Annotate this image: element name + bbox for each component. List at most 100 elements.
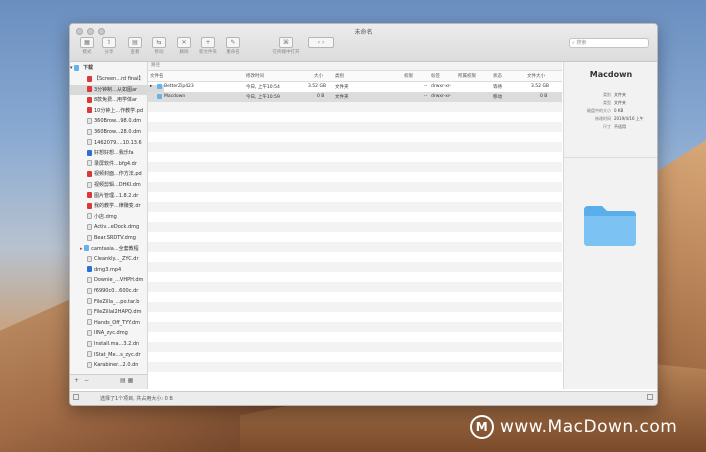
col-kind[interactable]: 类别: [335, 73, 344, 79]
col-state[interactable]: 状态: [493, 73, 502, 79]
col-date[interactable]: 修改时间: [246, 73, 264, 79]
sidebar-item-label: 【Screen...rd final】: [94, 76, 144, 82]
file-file-icon: [87, 329, 92, 336]
doc-icon: ▤: [128, 37, 142, 48]
empty-row: [148, 132, 562, 142]
pdf-file-icon: [87, 192, 92, 199]
row-filesize: 0 B: [540, 94, 548, 99]
row-kind: 文件夹: [335, 85, 349, 90]
pdf-file-icon: [87, 202, 92, 209]
sidebar-item-label: 好想好想...我乐fa: [94, 150, 134, 157]
sidebar: ▾ 下载 【Screen...rd final】 3分钟制...从如图ar 8款免费…: [70, 62, 164, 389]
sidebar-item-label: camtasia...全套教程: [91, 245, 139, 252]
file-list: 路径 文件名 修改时间 大小 类别 权限 标签 所属权限 状态 文件大小 ▸ B…: [148, 62, 562, 389]
add-button[interactable]: +: [74, 377, 79, 384]
col-name[interactable]: 文件名: [150, 73, 164, 79]
chevron-right-icon: ▸: [150, 84, 153, 89]
sidebar-item-label: Cleankly..._ZYC.dr: [94, 256, 139, 263]
share-button[interactable]: ⇧ 分享: [98, 37, 120, 55]
delete-button[interactable]: ✕ 删除: [173, 37, 195, 55]
status-bar: 选择了1个项目, 共占用大小: 0 B: [70, 391, 657, 405]
file-file-icon: [87, 255, 92, 262]
sidebar-header[interactable]: ▾ 下载: [70, 63, 147, 73]
empty-row: [148, 142, 562, 152]
file-file-icon: [87, 287, 92, 294]
file-file-icon: [87, 160, 92, 167]
col-owner[interactable]: 所属权限: [458, 73, 476, 79]
col-size[interactable]: 大小: [314, 73, 323, 79]
file-file-icon: [87, 139, 92, 146]
empty-row: [148, 172, 562, 182]
toolbar-label: 查看: [130, 50, 140, 55]
empty-row: [148, 282, 562, 292]
copy-button[interactable]: ▤ 查看: [124, 37, 146, 55]
sidebar-item-label: 录屏软件...bfg4.dr: [94, 160, 137, 167]
row-perm: --: [424, 84, 428, 89]
folder-icon: [584, 206, 636, 246]
sidebar-item-label: Karabiner...2.0.dn: [94, 362, 139, 369]
view-toggle-icon[interactable]: ▤ ▦: [120, 377, 133, 384]
sidebar-item-label: 360Brow...98.0.dm: [94, 118, 142, 125]
empty-row: [148, 272, 562, 282]
pdf-file-icon: [87, 86, 92, 93]
empty-row: [148, 342, 562, 352]
table-row[interactable]: Macdown 今日, 上午10:59 0 B 文件夹 -- drwxr-xr-…: [148, 92, 562, 102]
row-date: 今日, 上午10:59: [246, 95, 280, 100]
empty-row: [148, 312, 562, 322]
empty-row: [148, 102, 562, 112]
status-text: 选择了1个项目, 共占用大小: 0 B: [100, 396, 173, 402]
grid-icon: ▦: [80, 37, 94, 48]
file-file-icon: [87, 234, 92, 241]
empty-row: [148, 182, 562, 192]
empty-row: [148, 162, 562, 172]
search-input[interactable]: ⌕ 搜索: [569, 38, 649, 48]
row-perm: --: [424, 94, 428, 99]
empty-row: [148, 122, 562, 132]
divider: [564, 157, 657, 158]
back-forward-button[interactable]: ‹ ›: [306, 37, 336, 48]
remove-button[interactable]: −: [84, 377, 89, 384]
col-attr[interactable]: 标签: [431, 73, 440, 79]
file-file-icon: [87, 361, 92, 368]
preview-toggle-icon[interactable]: [647, 394, 653, 400]
table-row[interactable]: ▸ BetterZip423 今日, 上午10:54 3.52 GB 文件夹 -…: [148, 82, 562, 92]
sidebar-toggle-icon[interactable]: [73, 394, 79, 400]
run-button[interactable]: ⌘ 在终端中打开: [272, 37, 300, 55]
field-value: 文件夹: [614, 92, 626, 97]
move-button[interactable]: ⇆ 移动: [148, 37, 170, 55]
col-perm[interactable]: 权限: [404, 73, 413, 79]
preview-title: Macdown: [589, 70, 633, 79]
folder-plus-icon: +: [201, 37, 215, 48]
rename-button[interactable]: ✎ 重命名: [222, 37, 244, 55]
empty-row: [148, 322, 562, 332]
field-key: 修改时间: [595, 116, 611, 121]
search-placeholder: 搜索: [576, 40, 587, 46]
col-filesize[interactable]: 文件大小: [527, 73, 545, 79]
column-header: 文件名 修改时间 大小 类别 权限 标签 所属权限 状态 文件大小: [148, 71, 562, 82]
field-value: 2019/4/16 上午: [614, 116, 644, 121]
new-folder-button[interactable]: + 新文件夹: [197, 37, 219, 55]
toolbar-label: 模式: [82, 50, 92, 55]
folder-icon: [74, 64, 80, 71]
row-filesize: 3.52 GB: [531, 84, 550, 89]
toolbar-label: 删除: [179, 50, 189, 55]
empty-row: [148, 242, 562, 252]
sidebar-item-label: 小店.dmg: [94, 213, 117, 220]
empty-row: [148, 232, 562, 242]
row-kind: 文件夹: [335, 95, 349, 100]
file-file-icon: [87, 319, 92, 326]
view-button[interactable]: ▦ 模式: [76, 37, 98, 55]
doc-file-icon: [87, 266, 92, 273]
sidebar-item-label: 我的教学...律赚变.dr: [94, 203, 141, 210]
empty-row: [148, 372, 562, 382]
toolbar-label: 重命名: [226, 50, 240, 55]
chevron-down-icon: ▾: [70, 65, 73, 71]
toolbar-label: 移动: [154, 50, 164, 55]
row-attr: drwxr-xr-: [431, 94, 452, 99]
pdf-file-icon: [87, 96, 92, 103]
window-title: 未命名: [354, 29, 373, 36]
sidebar-header-label: 下载: [83, 65, 94, 71]
sidebar-item-label: 360Brow...28.0.dm: [94, 129, 142, 135]
file-file-icon: [87, 213, 92, 220]
sidebar-item[interactable]: ▸ camtasia...全套教程: [70, 244, 157, 254]
